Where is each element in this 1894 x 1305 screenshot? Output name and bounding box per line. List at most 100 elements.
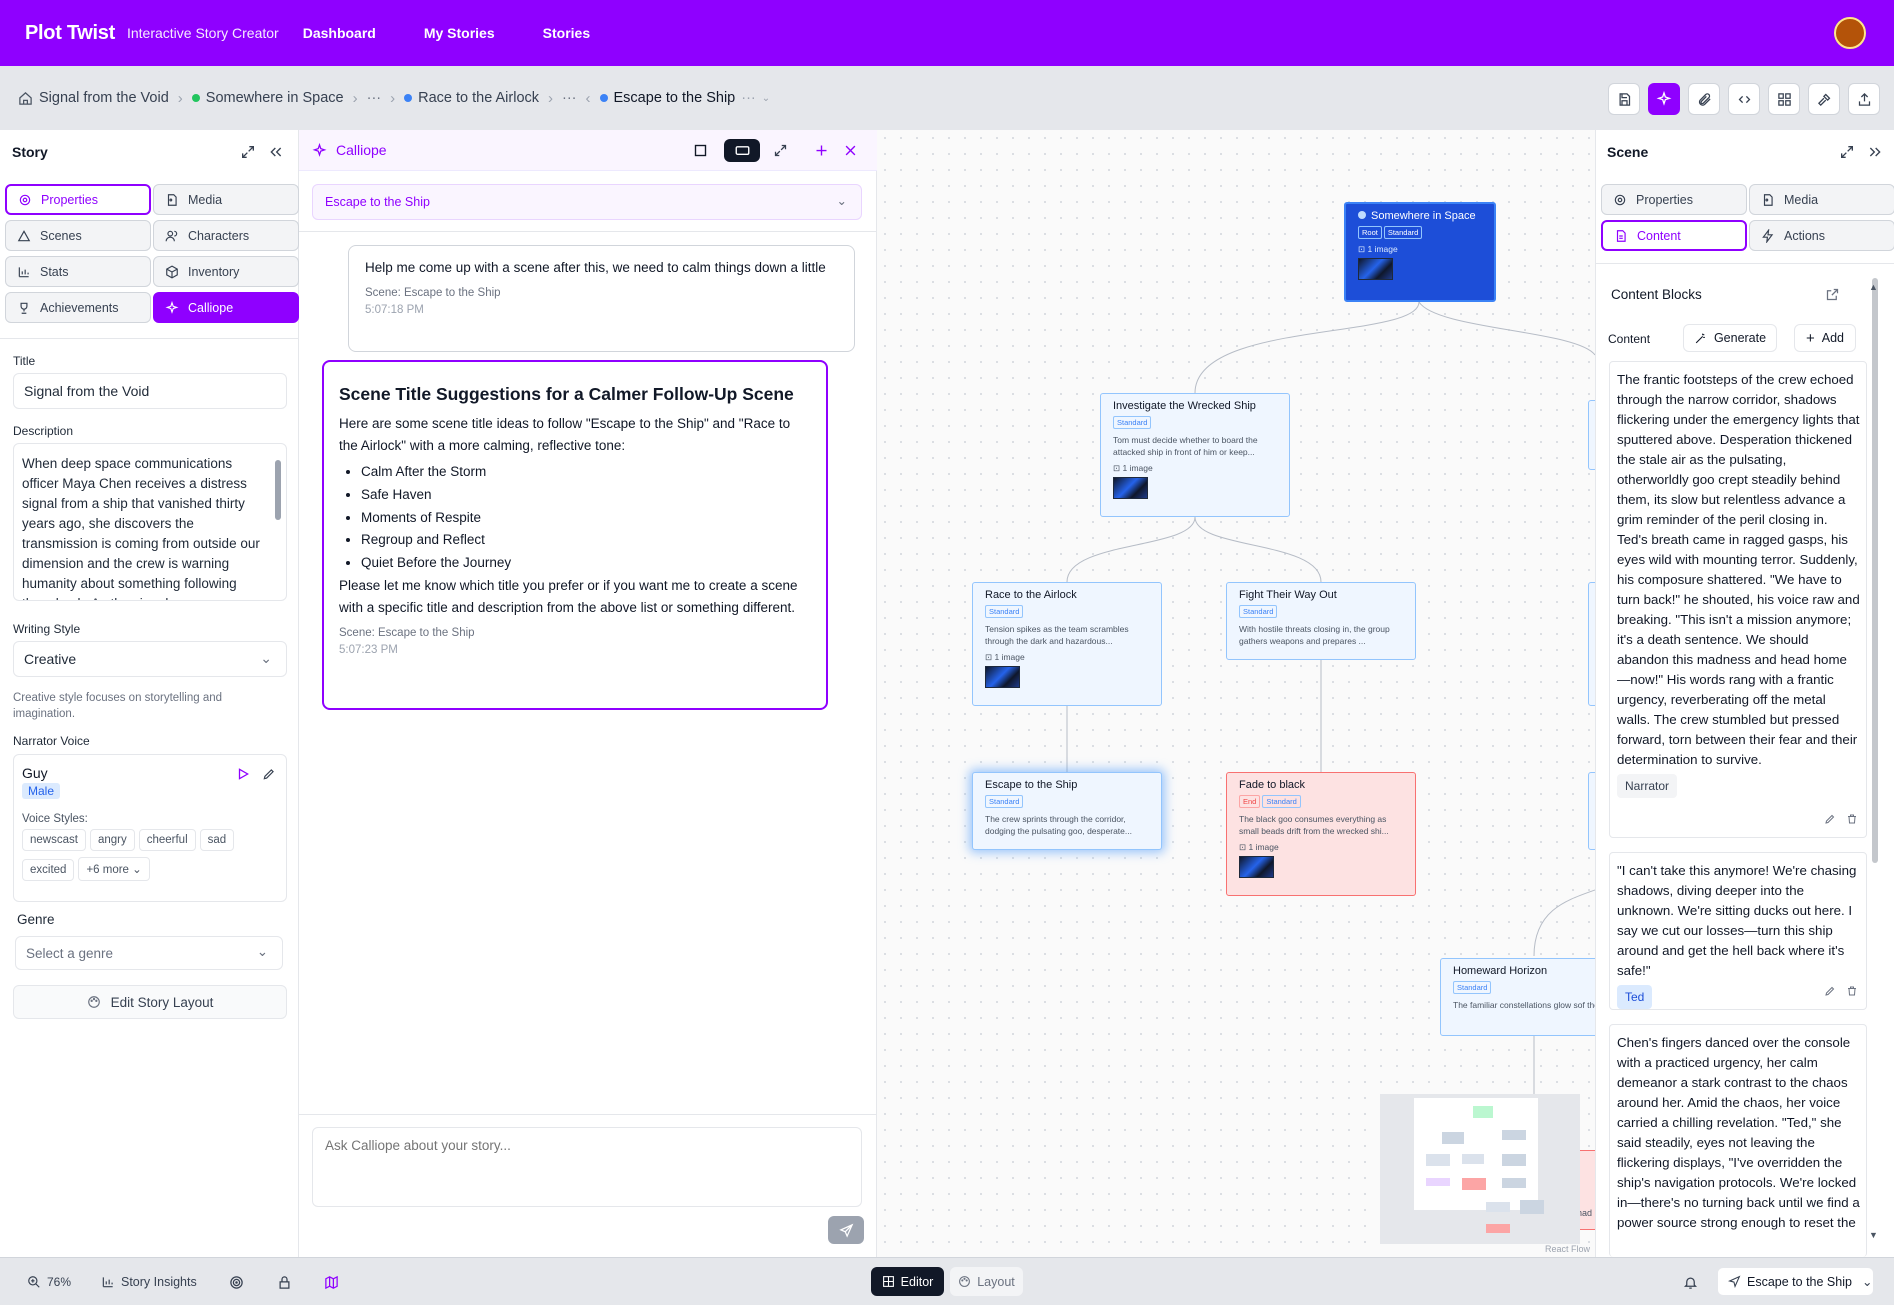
zoom-control[interactable]: 76%	[27, 1275, 71, 1289]
voice-style-chip[interactable]: newscast	[22, 829, 86, 851]
collapse-left-icon[interactable]	[268, 144, 284, 160]
user-message: Help me come up with a scene after this,…	[348, 245, 855, 352]
generate-button[interactable]: Generate	[1683, 324, 1777, 352]
nav-dashboard[interactable]: Dashboard	[303, 25, 376, 41]
external-link-icon[interactable]	[1825, 287, 1840, 302]
story-insights-button[interactable]: Story Insights	[101, 1275, 197, 1289]
breadcrumb-ellipsis[interactable]: ···	[367, 90, 382, 106]
ai-button[interactable]	[1648, 83, 1680, 115]
edit-story-layout-button[interactable]: Edit Story Layout	[13, 985, 287, 1019]
expand-icon[interactable]	[773, 143, 788, 158]
breadcrumb-item-race[interactable]: Race to the Airlock	[404, 90, 539, 106]
react-flow-attribution[interactable]: React Flow	[1545, 1244, 1590, 1254]
breadcrumb-item-escape[interactable]: Escape to the Ship	[599, 90, 735, 106]
edit-icon[interactable]	[1824, 985, 1836, 997]
lock-icon[interactable]	[277, 1275, 292, 1290]
top-bar: Plot Twist Interactive Story Creator Das…	[0, 0, 1894, 66]
pencil-icon[interactable]	[262, 767, 276, 781]
nav-my-stories[interactable]: My Stories	[424, 25, 495, 41]
scene-tab-actions[interactable]: Actions	[1749, 220, 1894, 251]
tab-stats[interactable]: Stats	[5, 256, 151, 287]
writing-style-select[interactable]: Creative ⌄	[13, 641, 287, 677]
send-button[interactable]	[828, 1216, 864, 1244]
breadcrumb-item-somewhere[interactable]: Somewhere in Space	[191, 90, 344, 106]
graph-node-homeward[interactable]: Homeward Horizon Standard The familiar c…	[1440, 958, 1595, 1036]
content-block[interactable]: "I can't take this anymore! We're chasin…	[1609, 852, 1867, 1010]
reply-intro: Here are some scene title ideas to follo…	[339, 416, 791, 453]
chevron-down-icon[interactable]: ⌄	[762, 93, 770, 104]
trash-icon[interactable]	[1846, 985, 1858, 997]
voice-style-chip[interactable]: cheerful	[138, 829, 196, 851]
expand-icon[interactable]	[240, 144, 256, 160]
breadcrumb-story[interactable]: Signal from the Void	[18, 90, 169, 106]
content-block[interactable]: The frantic footsteps of the crew echoed…	[1609, 361, 1867, 838]
close-icon[interactable]	[843, 143, 858, 158]
graph-node-partial[interactable]	[1588, 400, 1595, 470]
speaker-badge[interactable]: Narrator	[1617, 774, 1678, 798]
scene-context-select[interactable]: Escape to the Ship ⌄	[312, 184, 862, 220]
graph-node-escape[interactable]: Escape to the Ship Standard The crew spr…	[972, 772, 1162, 850]
save-button[interactable]	[1608, 83, 1640, 115]
scene-tab-content[interactable]: Content	[1601, 220, 1747, 251]
genre-select[interactable]: Select a genre ⌄	[15, 936, 283, 970]
tab-achievements[interactable]: Achievements	[5, 292, 151, 323]
collapse-right-icon[interactable]	[1867, 144, 1883, 160]
node-thumbnail	[1113, 477, 1148, 499]
voice-style-chip[interactable]: sad	[199, 829, 235, 851]
user-avatar[interactable]	[1834, 17, 1866, 49]
edit-icon[interactable]	[1824, 813, 1836, 825]
minimap[interactable]	[1380, 1094, 1580, 1244]
scene-tab-properties[interactable]: Properties	[1601, 184, 1747, 215]
tab-characters[interactable]: Characters	[153, 220, 299, 251]
title-input[interactable]: Signal from the Void	[13, 373, 287, 409]
bell-icon[interactable]	[1683, 1275, 1698, 1290]
graph-node-investigate[interactable]: Investigate the Wrecked Ship Standard To…	[1100, 393, 1290, 517]
description-textarea[interactable]: When deep space communications officer M…	[13, 443, 287, 601]
play-icon[interactable]	[236, 767, 250, 781]
content-block[interactable]: Chen's fingers danced over the console w…	[1609, 1024, 1867, 1257]
square-icon[interactable]	[693, 143, 708, 158]
add-block-button[interactable]: + Add	[1794, 324, 1856, 352]
story-graph-canvas[interactable]: Somewhere in Space Root Standard ⊡ 1 imag…	[877, 130, 1595, 1257]
layout-toggle-button[interactable]	[724, 139, 760, 162]
graph-node-partial[interactable]	[1588, 772, 1595, 850]
tab-inventory[interactable]: Inventory	[153, 256, 299, 287]
export-button[interactable]	[1848, 83, 1880, 115]
content-scrollbar[interactable]	[1872, 278, 1878, 863]
current-scene-select[interactable]: Escape to the Ship ⌄	[1717, 1267, 1874, 1296]
grid-button[interactable]	[1768, 83, 1800, 115]
plus-icon[interactable]	[814, 143, 829, 158]
editor-mode-button[interactable]: Editor	[871, 1267, 944, 1296]
graph-node-fight[interactable]: Fight Their Way Out Standard With hostil…	[1226, 582, 1416, 660]
app-logo[interactable]: Plot Twist	[25, 22, 115, 45]
graph-node-race[interactable]: Race to the Airlock Standard Tension spi…	[972, 582, 1162, 706]
genre-label: Genre	[17, 912, 55, 927]
target-icon[interactable]	[229, 1275, 244, 1290]
description-scrollbar[interactable]	[275, 460, 281, 520]
tab-calliope[interactable]: Calliope	[153, 292, 299, 323]
map-icon[interactable]	[324, 1275, 339, 1290]
scroll-down-arrow[interactable]: ▼	[1869, 1230, 1878, 1240]
graph-node-fade[interactable]: Fade to black End Standard The black goo …	[1226, 772, 1416, 896]
voice-style-chip[interactable]: excited	[22, 859, 75, 881]
speaker-badge[interactable]: Ted	[1617, 985, 1653, 1009]
tab-properties[interactable]: Properties	[5, 184, 151, 215]
breadcrumb-more[interactable]: ···	[741, 90, 756, 106]
voice-more-chip[interactable]: +6 more ⌄	[78, 857, 150, 881]
nav-stories[interactable]: Stories	[543, 25, 590, 41]
layout-mode-button[interactable]: Layout	[950, 1267, 1023, 1296]
trash-icon[interactable]	[1846, 813, 1858, 825]
code-button[interactable]	[1728, 83, 1760, 115]
tools-button[interactable]	[1808, 83, 1840, 115]
expand-icon[interactable]	[1839, 144, 1855, 160]
breadcrumb-ellipsis[interactable]: ···	[562, 90, 577, 106]
graph-node-root[interactable]: Somewhere in Space Root Standard ⊡ 1 imag…	[1344, 202, 1496, 302]
tab-scenes[interactable]: Scenes	[5, 220, 151, 251]
scene-tab-media[interactable]: Media	[1749, 184, 1894, 215]
calliope-input[interactable]	[312, 1127, 862, 1207]
graph-node-partial[interactable]	[1588, 582, 1595, 706]
tab-media[interactable]: Media	[153, 184, 299, 215]
voice-style-chip[interactable]: angry	[89, 829, 135, 851]
attach-button[interactable]	[1688, 83, 1720, 115]
scroll-up-arrow[interactable]: ▲	[1869, 282, 1878, 292]
